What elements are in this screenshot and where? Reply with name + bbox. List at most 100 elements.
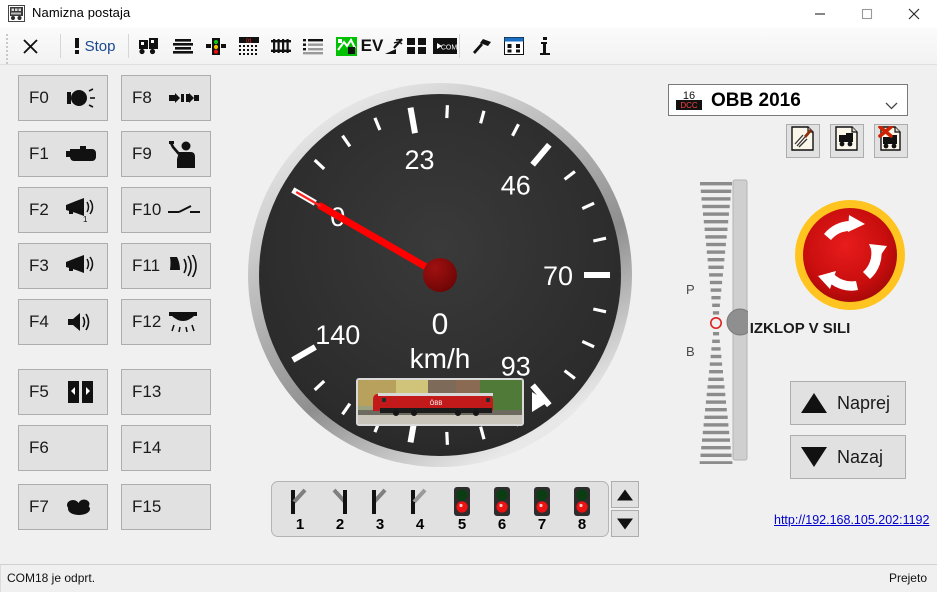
bell-icon bbox=[166, 251, 202, 281]
accessory-page-up-button[interactable] bbox=[611, 481, 639, 508]
function-button-f2[interactable]: F2 1 bbox=[18, 187, 108, 233]
signal-8[interactable]: 8 bbox=[563, 486, 601, 534]
toolbar-stop-button[interactable]: Stop bbox=[65, 32, 123, 60]
turnout-right-icon bbox=[281, 486, 319, 518]
edit-loco-button[interactable] bbox=[786, 124, 820, 158]
play-triangle-icon[interactable] bbox=[532, 392, 548, 412]
delete-loco-button[interactable] bbox=[874, 124, 908, 158]
function-button-f4[interactable]: F4 bbox=[18, 299, 108, 345]
turnout-4[interactable]: 4 bbox=[401, 486, 439, 534]
toolbar-decoder-button[interactable]: 01 bbox=[236, 32, 262, 60]
horn-1-icon: 1 bbox=[63, 195, 99, 225]
function-button-f12[interactable]: F12 bbox=[121, 299, 211, 345]
toolbar-close-button[interactable] bbox=[14, 32, 46, 60]
triangle-down-icon bbox=[801, 447, 827, 467]
toolbar-consist-button[interactable] bbox=[170, 32, 196, 60]
direction-backward-button[interactable]: Nazaj bbox=[790, 435, 906, 479]
throttle-backward-label: B bbox=[686, 344, 695, 359]
function-button-f0[interactable]: F0 bbox=[18, 75, 108, 121]
dcc-badge-icon: 16 DCC bbox=[674, 89, 704, 112]
toolbar-tools-button[interactable] bbox=[468, 32, 494, 60]
maximize-button[interactable] bbox=[844, 0, 890, 28]
speaker-icon bbox=[63, 307, 99, 337]
toolbar-info-button[interactable] bbox=[534, 32, 556, 60]
toolbar-tiles-button[interactable] bbox=[404, 32, 430, 60]
toolbar-track-button[interactable] bbox=[268, 32, 294, 60]
mute-icon bbox=[166, 83, 202, 113]
signal-red-icon bbox=[483, 486, 521, 518]
signal-6[interactable]: 6 bbox=[483, 486, 521, 534]
triangle-up-icon bbox=[617, 489, 633, 500]
toolbar-console-button[interactable]: COM bbox=[432, 32, 458, 60]
new-loco-button[interactable] bbox=[830, 124, 864, 158]
turnout-2[interactable]: 2 bbox=[321, 486, 359, 534]
function-button-f14[interactable]: F14 bbox=[121, 425, 211, 471]
function-button-f10[interactable]: F10 bbox=[121, 187, 211, 233]
function-button-f3[interactable]: F3 bbox=[18, 243, 108, 289]
minimize-button[interactable] bbox=[797, 0, 843, 28]
accessory-number: 3 bbox=[361, 516, 399, 533]
toolbar-locomotives-button[interactable] bbox=[136, 32, 162, 60]
headlight-icon bbox=[63, 83, 99, 113]
main-window: Namizna postaja Stop bbox=[0, 0, 937, 591]
traffic-light-icon bbox=[205, 37, 227, 56]
status-bar: COM18 je odprt. Prejeto bbox=[0, 564, 937, 592]
accessory-page-down-button[interactable] bbox=[611, 510, 639, 537]
loco-select[interactable]: 16 DCC OBB 2016 bbox=[668, 84, 908, 116]
server-link[interactable]: http://192.168.105.202:1192 bbox=[774, 513, 929, 527]
four-squares-icon bbox=[407, 37, 427, 55]
accessory-number: 2 bbox=[321, 516, 359, 533]
loco-select-value: OBB 2016 bbox=[711, 90, 801, 112]
function-label: F8 bbox=[132, 88, 152, 108]
turnout-straight-icon bbox=[361, 486, 399, 518]
function-button-f5[interactable]: F5 bbox=[18, 369, 108, 415]
toolbar-grip[interactable] bbox=[6, 34, 10, 58]
turnout-1[interactable]: 1 bbox=[281, 486, 319, 534]
window-title: Namizna postaja bbox=[32, 5, 130, 20]
function-button-f1[interactable]: F1 bbox=[18, 131, 108, 177]
function-label: F0 bbox=[29, 88, 49, 108]
turnout-3[interactable]: 3 bbox=[361, 486, 399, 534]
accessory-panel: 1 2 3 4 5 bbox=[271, 481, 609, 537]
signal-red-icon bbox=[563, 486, 601, 518]
function-label: F15 bbox=[132, 497, 161, 517]
exclamation-icon bbox=[73, 37, 81, 55]
function-button-f13[interactable]: F13 bbox=[121, 369, 211, 415]
function-button-f7[interactable]: F7 bbox=[18, 484, 108, 530]
function-button-f8[interactable]: F8 bbox=[121, 75, 211, 121]
loco-thumbnail[interactable]: ÖBB bbox=[356, 378, 524, 426]
engine-icon bbox=[63, 139, 99, 169]
toolbar-signals-button[interactable] bbox=[203, 32, 229, 60]
function-label: F1 bbox=[29, 144, 49, 164]
toolbar-list-button[interactable] bbox=[300, 32, 326, 60]
signal-red-icon bbox=[523, 486, 561, 518]
toolbar-window-button[interactable] bbox=[501, 32, 527, 60]
document-edit-icon bbox=[791, 126, 815, 156]
close-window-button[interactable] bbox=[891, 0, 937, 28]
speedometer[interactable]: 023467093116140 0 km/h bbox=[240, 80, 640, 470]
chevron-down-icon[interactable] bbox=[885, 97, 898, 115]
svg-text:ÖBB: ÖBB bbox=[430, 400, 443, 407]
svg-text:km/h: km/h bbox=[410, 343, 471, 374]
function-button-f11[interactable]: F11 bbox=[121, 243, 211, 289]
accessory-number: 8 bbox=[563, 516, 601, 533]
svg-text:140: 140 bbox=[315, 320, 360, 350]
horn-icon bbox=[63, 251, 99, 281]
signal-7[interactable]: 7 bbox=[523, 486, 561, 534]
function-label: F14 bbox=[132, 438, 161, 458]
function-button-f15[interactable]: F15 bbox=[121, 484, 211, 530]
emergency-stop-button[interactable] bbox=[792, 197, 908, 313]
function-button-f6[interactable]: F6 bbox=[18, 425, 108, 471]
status-divider bbox=[0, 565, 1, 592]
toolbar-layout-button[interactable] bbox=[333, 32, 359, 60]
toolbar-separator bbox=[128, 34, 129, 58]
switch-icon bbox=[166, 195, 202, 225]
toolbar-stop-label: Stop bbox=[85, 38, 116, 55]
function-button-f9[interactable]: F9 bbox=[121, 131, 211, 177]
direction-forward-button[interactable]: Naprej bbox=[790, 381, 906, 425]
svg-text:93: 93 bbox=[501, 351, 531, 381]
signal-5[interactable]: 5 bbox=[443, 486, 481, 534]
doors-icon bbox=[63, 377, 99, 407]
console-icon: COM bbox=[433, 38, 457, 54]
triangle-down-icon bbox=[617, 518, 633, 529]
